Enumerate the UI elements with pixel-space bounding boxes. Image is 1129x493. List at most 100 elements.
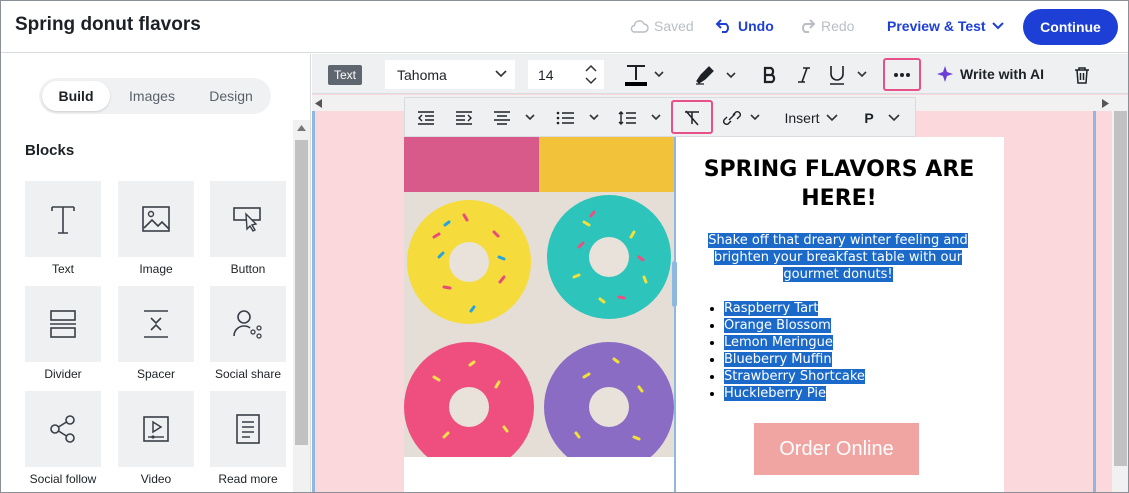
tab-design[interactable]: Design — [194, 81, 268, 111]
underline-icon — [830, 66, 867, 85]
delete-block-button[interactable] — [1070, 61, 1094, 89]
align-dropdown[interactable] — [491, 104, 541, 132]
flavor-list[interactable]: Raspberry Tart Orange Blossom Lemon Meri… — [706, 300, 865, 402]
text-toolbar: Text Tahoma 14 Write with AI — [312, 54, 1128, 94]
indent-icon — [456, 111, 472, 125]
cloud-icon — [630, 20, 649, 33]
italic-icon — [798, 67, 810, 83]
email-headline[interactable]: SPRING FLAVORS ARE HERE! — [684, 155, 994, 213]
block-social-share[interactable] — [210, 286, 286, 362]
block-label: Divider — [44, 367, 82, 381]
clear-formatting-highlight — [671, 100, 713, 134]
block-image[interactable] — [118, 181, 194, 257]
text-color-button[interactable] — [620, 61, 670, 89]
insert-dropdown[interactable]: Insert — [779, 104, 843, 132]
preview-test-dropdown[interactable]: Preview & Test — [887, 18, 1005, 34]
block-label: Button — [230, 262, 266, 276]
list-item-text: Orange Blossom — [724, 318, 831, 333]
donuts-photo — [404, 137, 674, 457]
donut-image[interactable] — [404, 137, 674, 457]
redo-label: Redo — [821, 18, 855, 34]
block-label: Read more — [218, 472, 278, 486]
block-read-more[interactable] — [210, 391, 286, 467]
insert-label: Insert — [784, 110, 820, 126]
list-item: Huckleberry Pie — [724, 385, 865, 402]
paragraph-style-dropdown[interactable]: P — [857, 104, 907, 132]
list-item: Blueberry Muffin — [724, 351, 865, 368]
highlighter-icon — [696, 66, 736, 85]
continue-button[interactable]: Continue — [1023, 9, 1118, 45]
scroll-left-icon[interactable] — [315, 99, 322, 108]
underline-button[interactable] — [828, 61, 872, 89]
font-family-select[interactable]: Tahoma — [385, 60, 515, 89]
block-spacer[interactable] — [118, 286, 194, 362]
list-item: Raspberry Tart — [724, 300, 865, 317]
block-label: Spacer — [136, 367, 176, 381]
italic-button[interactable] — [792, 61, 816, 89]
divider-icon — [50, 310, 76, 338]
list-item-text: Huckleberry Pie — [724, 386, 827, 401]
block-video[interactable] — [118, 391, 194, 467]
chevron-down-icon — [888, 114, 900, 122]
list-item-text: Lemon Meringue — [724, 335, 833, 350]
video-icon — [143, 416, 169, 442]
undo-button[interactable]: Undo — [715, 18, 774, 34]
editor-scroll-thumb[interactable] — [1114, 111, 1127, 466]
editor-scrollbar[interactable] — [1112, 111, 1128, 492]
text-color-icon — [625, 65, 664, 86]
undo-label: Undo — [738, 18, 774, 34]
bold-button[interactable] — [758, 61, 782, 89]
block-button[interactable] — [210, 181, 286, 257]
chevron-down-icon — [825, 114, 838, 122]
blocks-heading: Blocks — [25, 142, 75, 159]
paragraph-toolbar: Insert P — [404, 97, 916, 137]
image-icon — [142, 206, 170, 232]
list-item: Strawberry Shortcake — [724, 368, 865, 385]
write-with-ai-button[interactable]: Write with AI — [936, 65, 1044, 83]
tab-images[interactable]: Images — [110, 81, 194, 111]
chevron-down-icon — [495, 70, 507, 78]
top-bar: Spring donut flavors Saved Undo Redo Pre… — [1, 1, 1128, 53]
sidebar-tabs: Build Images Design — [39, 78, 271, 114]
font-family-value: Tahoma — [397, 66, 447, 83]
trash-icon — [1075, 67, 1089, 84]
list-item-text: Blueberry Muffin — [724, 352, 832, 367]
saved-status: Saved — [629, 18, 694, 34]
spacer-icon — [144, 310, 168, 338]
outdent-icon — [418, 111, 434, 125]
column-resize-handle[interactable] — [672, 261, 677, 307]
paragraph-style-label: P — [864, 110, 874, 126]
outdent-button[interactable] — [413, 104, 439, 132]
link-dropdown[interactable] — [721, 104, 765, 132]
email-paragraph[interactable]: Shake off that dreary winter feeling and… — [688, 232, 988, 283]
block-label: Social share — [214, 367, 282, 381]
block-text[interactable] — [25, 181, 101, 257]
bulleted-list-icon — [556, 111, 599, 125]
block-divider[interactable] — [25, 286, 101, 362]
chevron-down-icon — [991, 22, 1004, 30]
sidebar-scrollbar[interactable] — [293, 120, 310, 492]
indent-button[interactable] — [451, 104, 477, 132]
list-item-text: Strawberry Shortcake — [724, 369, 865, 384]
scroll-right-icon[interactable] — [1102, 99, 1109, 108]
tab-build[interactable]: Build — [42, 81, 110, 111]
link-icon — [723, 111, 760, 125]
stepper-arrows-icon[interactable] — [585, 64, 597, 85]
redo-button[interactable]: Redo — [798, 18, 854, 34]
social-share-icon — [233, 310, 262, 339]
page-title[interactable]: Spring donut flavors — [15, 14, 201, 36]
block-label: Text — [51, 262, 74, 276]
canvas-border-left — [312, 111, 315, 492]
scroll-up-icon[interactable] — [297, 125, 306, 131]
email-editor-app: Spring donut flavors Saved Undo Redo Pre… — [0, 0, 1129, 493]
block-social-follow[interactable] — [25, 391, 101, 467]
line-height-dropdown[interactable] — [617, 104, 667, 132]
write-with-ai-label: Write with AI — [960, 66, 1044, 82]
sidebar-scroll-thumb[interactable] — [295, 140, 308, 445]
align-center-icon — [494, 111, 535, 125]
highlight-button[interactable] — [692, 61, 740, 89]
order-online-button[interactable]: Order Online — [754, 423, 919, 475]
font-size-stepper[interactable]: 14 — [528, 60, 604, 89]
list-item: Orange Blossom — [724, 317, 865, 334]
list-dropdown[interactable] — [555, 104, 605, 132]
